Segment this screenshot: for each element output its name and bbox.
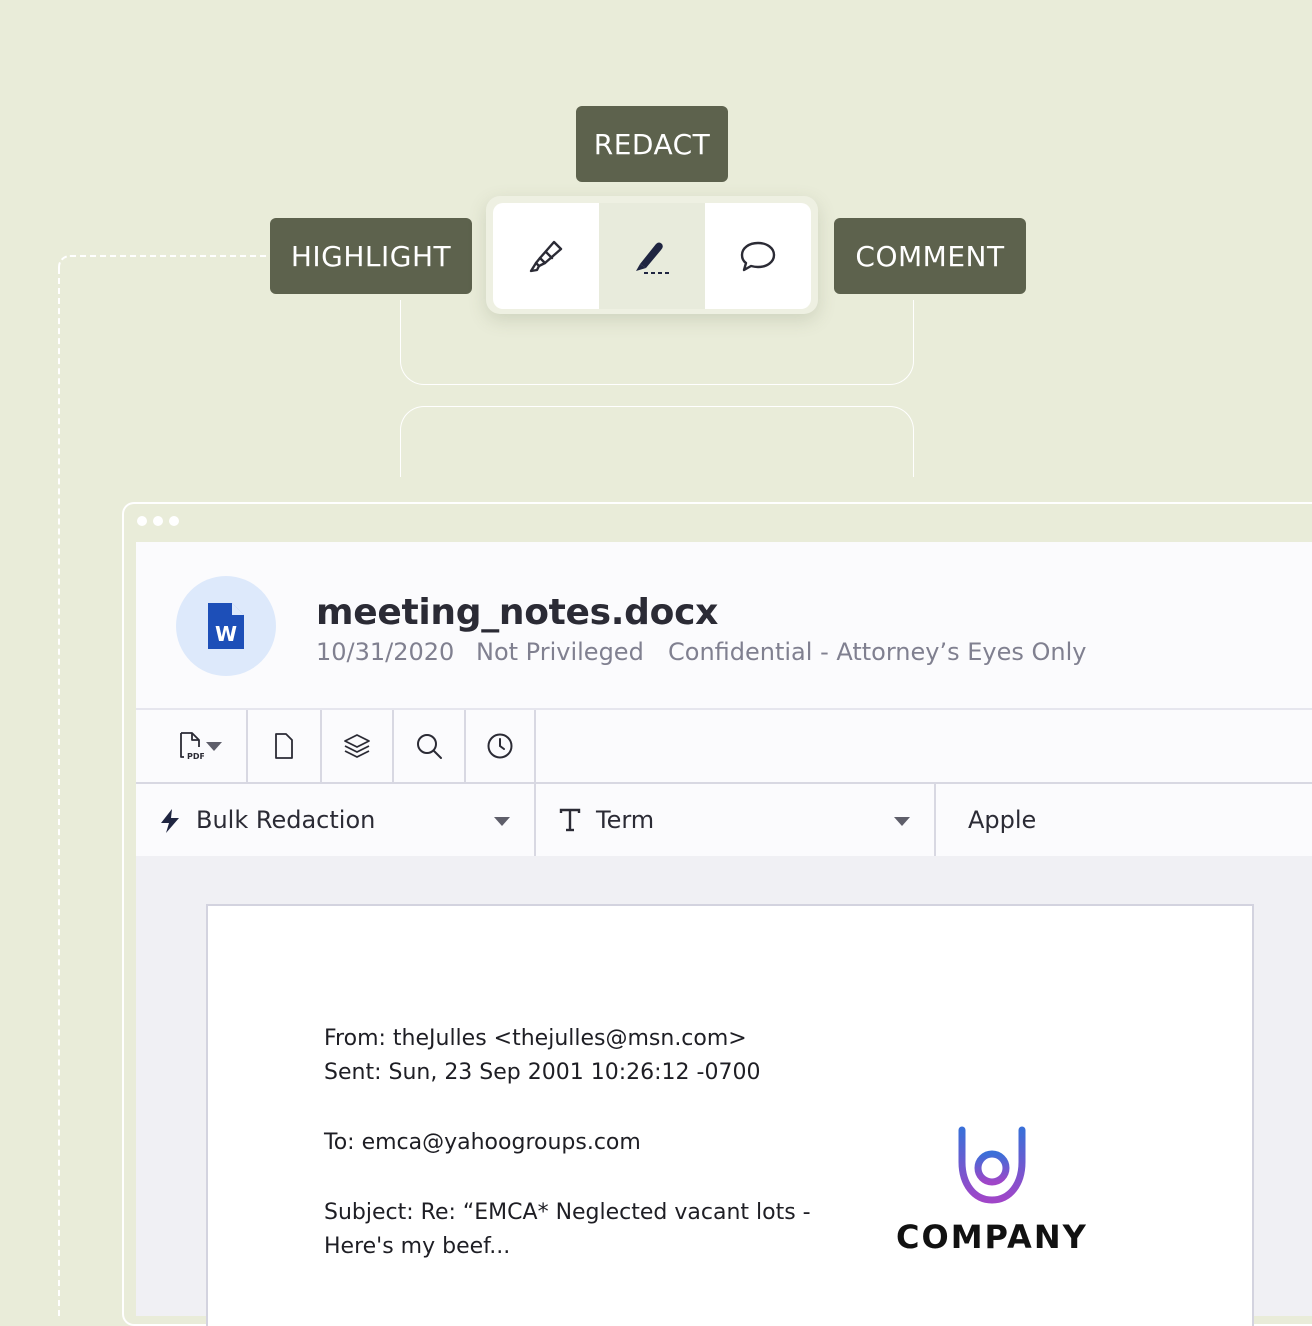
svg-text:PDF: PDF [187,752,204,761]
highlight-tooltip: HIGHLIGHT [270,218,472,294]
email-from: From: theJulles <thejulles@msn.com> [324,1026,747,1051]
annotation-toolbar [486,196,818,314]
company-logo-icon [958,1083,1026,1204]
confidentiality-label: Confidential - Attorney’s Eyes Only [668,638,1087,666]
redact-tooltip: REDACT [576,106,728,182]
chevron-down-icon [206,742,222,751]
redact-tool-button[interactable] [599,203,705,309]
document-canvas: From: theJulles <thejulles@msn.com> Sent… [136,856,1312,1326]
layers-button[interactable] [322,710,394,782]
highlight-tool-button[interactable] [493,203,599,309]
comment-tool-button[interactable] [705,203,811,309]
history-button[interactable] [466,710,536,782]
window-dots [137,516,179,526]
document-header: W meeting_notes.docx 10/31/2020 Not Priv… [136,542,1312,710]
file-type-badge: W [176,576,276,676]
ghost-card-outline [400,406,914,477]
term-value-input[interactable]: Apple [968,784,1036,856]
page-view-button[interactable] [248,710,322,782]
bulk-redaction-dropdown[interactable]: Bulk Redaction [136,784,536,856]
document-viewer: W meeting_notes.docx 10/31/2020 Not Priv… [136,542,1312,1326]
dashed-connector-corner [58,255,74,271]
chevron-down-icon [894,817,910,826]
dashed-connector-horizontal [70,255,266,257]
word-doc-icon: W [208,603,244,649]
document-date: 10/31/2020 [316,638,455,666]
viewer-toolbar: PDF [136,710,1312,784]
term-type-dropdown[interactable]: Term [536,784,936,856]
lightning-bolt-icon [161,809,179,833]
page-icon [275,733,293,759]
redaction-filter-bar: Bulk Redaction Term Apple [136,784,1312,858]
email-to: To: emca@yahoogroups.com [324,1130,641,1155]
history-clock-icon [487,733,513,759]
redact-pen-icon [636,242,669,274]
document-title: meeting_notes.docx [316,592,719,633]
search-icon [417,734,442,759]
word-doc-letter: W [215,622,237,646]
privilege-status: Not Privileged [476,638,644,666]
term-type-label: Term [596,806,655,834]
speech-bubble-icon [740,241,776,272]
text-type-icon [559,808,581,832]
bulk-redaction-label: Bulk Redaction [196,806,376,834]
pdf-export-button[interactable]: PDF [136,710,248,782]
pdf-export-icon: PDF [180,732,204,761]
comment-tooltip: COMMENT [834,218,1026,294]
dashed-connector-vertical [58,268,60,1316]
email-sent: Sent: Sun, 23 Sep 2001 10:26:12 -0700 [324,1060,761,1085]
email-subject: Subject: Re: “EMCA* Neglected vacant lot… [324,1200,811,1225]
highlighter-icon [529,240,563,273]
document-page: From: theJulles <thejulles@msn.com> Sent… [206,904,1254,1326]
company-logo-text: COMPANY [896,1218,1088,1256]
search-button[interactable] [394,710,466,782]
layers-icon [344,734,370,758]
email-subject-continued: Here's my beef... [324,1234,511,1259]
chevron-down-icon [494,817,510,826]
